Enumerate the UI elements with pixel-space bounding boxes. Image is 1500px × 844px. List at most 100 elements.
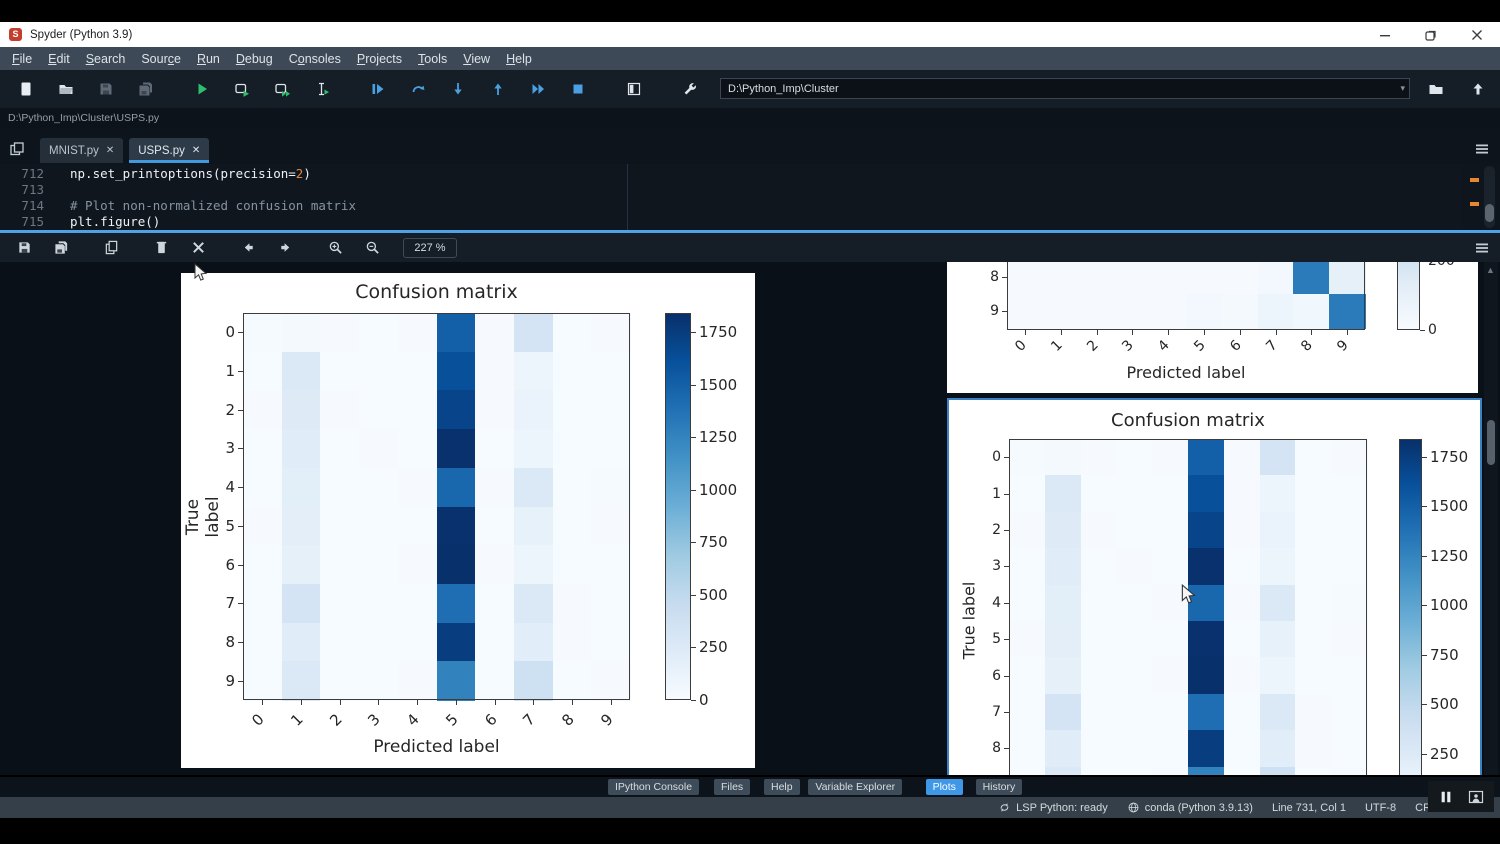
window-title: Spyder (Python 3.9): [30, 29, 132, 41]
previous-plot-button[interactable]: [235, 235, 261, 261]
maximize-pane-icon: [626, 81, 642, 97]
editor-scrollbar-zone[interactable]: [1462, 164, 1500, 230]
x-tick-label: 3: [1116, 334, 1140, 358]
status-text: Line 731, Col 1: [1272, 802, 1346, 814]
continue-button[interactable]: [524, 75, 552, 103]
menu-help[interactable]: Help: [498, 52, 540, 66]
open-file-button[interactable]: [52, 75, 80, 103]
run-cell-button[interactable]: [228, 75, 256, 103]
plot-thumbnail-selected[interactable]: Confusion matrix01234567890123456789Pred…: [947, 398, 1482, 775]
pane-tab-ipython-console[interactable]: IPython Console: [608, 779, 699, 795]
next-plot-button[interactable]: [272, 235, 298, 261]
save-all-button[interactable]: [132, 75, 160, 103]
x-tick-mark: [1347, 330, 1348, 335]
editor-tab-MNIST-py[interactable]: MNIST.py✕: [40, 138, 123, 163]
parent-directory-button[interactable]: [1470, 81, 1486, 102]
title-bar: S Spyder (Python 3.9): [0, 22, 1500, 47]
menu-projects[interactable]: Projects: [349, 52, 410, 66]
menu-view[interactable]: View: [455, 52, 498, 66]
copy-plot-button[interactable]: [98, 235, 124, 261]
x-tick-mark: [1132, 330, 1133, 335]
colorbar-tick-label: 1000: [699, 481, 743, 499]
y-tick-label: 8: [971, 268, 999, 286]
x-axis-label: Predicted label: [243, 737, 630, 757]
menu-source[interactable]: Source: [133, 52, 189, 66]
save-all-light-icon: [54, 240, 69, 255]
code-token: ): [303, 166, 311, 181]
plots-options-menu-button[interactable]: [1474, 240, 1490, 261]
new-file-button[interactable]: [12, 75, 40, 103]
colorbar-tick-mark: [691, 437, 696, 438]
colorbar-tick-mark: [691, 700, 696, 701]
pane-tab-history[interactable]: History: [976, 779, 1023, 795]
combo-dropdown-arrow[interactable]: ▾: [1400, 83, 1405, 94]
debug-file-button[interactable]: [364, 75, 392, 103]
code-text: np.set_printoptions(precision=2): [70, 166, 311, 182]
maximize-pane-button[interactable]: [620, 75, 648, 103]
remove-all-plots-button[interactable]: [185, 235, 211, 261]
tab-close-icon[interactable]: ✕: [106, 145, 114, 156]
menu-file[interactable]: File: [4, 52, 40, 66]
x-tick-mark: [495, 700, 496, 705]
zoom-out-button[interactable]: [359, 235, 385, 261]
pause-recording-button[interactable]: [1434, 785, 1458, 809]
browse-tabs-button[interactable]: [9, 141, 25, 162]
step-into-button[interactable]: [444, 75, 472, 103]
pane-tab-help[interactable]: Help: [764, 779, 800, 795]
code-token: np.set_printoptions(precision=: [70, 166, 296, 181]
x-tick-mark: [301, 700, 302, 705]
minimize-button[interactable]: [1362, 22, 1408, 47]
webcam-overlay-button[interactable]: [1464, 785, 1488, 809]
plots-scrollbar-up-arrow[interactable]: ▲: [1486, 265, 1495, 275]
menu-edit[interactable]: Edit: [40, 52, 78, 66]
editor-line: 712np.set_printoptions(precision=2): [0, 166, 1500, 182]
x-tick-mark: [1097, 330, 1098, 335]
x-tick-label: 5: [439, 707, 464, 732]
tab-close-icon[interactable]: ✕: [192, 145, 200, 156]
preferences-button[interactable]: [676, 75, 704, 103]
save-button[interactable]: [92, 75, 120, 103]
run-current-line-button[interactable]: [404, 75, 432, 103]
working-directory-combo[interactable]: D:\Python_Imp\Cluster▾: [720, 78, 1410, 99]
pane-tab-variable-explorer[interactable]: Variable Explorer: [808, 779, 902, 795]
stop-button[interactable]: [564, 75, 592, 103]
editor-tab-USPS-py[interactable]: USPS.py✕: [129, 138, 209, 163]
zoom-in-button[interactable]: [322, 235, 348, 261]
pane-tab-plots[interactable]: Plots: [926, 779, 963, 795]
close-button[interactable]: [1454, 22, 1500, 47]
menu-tools[interactable]: Tools: [410, 52, 455, 66]
y-tick-mark: [1004, 457, 1009, 458]
restore-button[interactable]: [1408, 22, 1454, 47]
remove-plot-button[interactable]: [148, 235, 174, 261]
save-all-plots-button[interactable]: [48, 235, 74, 261]
editor-options-menu-button[interactable]: [1474, 141, 1490, 162]
menu-run[interactable]: Run: [189, 52, 228, 66]
colorbar-tick-label: 1250: [699, 428, 743, 446]
menu-debug[interactable]: Debug: [228, 52, 281, 66]
menu-search[interactable]: Search: [78, 52, 134, 66]
editor-scrollbar-thumb[interactable]: [1485, 204, 1494, 222]
x-tick-label: 8: [555, 707, 580, 732]
step-return-button[interactable]: [484, 75, 512, 103]
browse-directory-button[interactable]: [1428, 81, 1444, 102]
menu-consoles[interactable]: Consoles: [281, 52, 349, 66]
y-tick-mark: [238, 487, 243, 488]
colorbar-tick-mark: [691, 647, 696, 648]
run-file-button[interactable]: [188, 75, 216, 103]
editor-pane-divider: [627, 164, 628, 230]
lsp-icon-icon: [998, 801, 1011, 814]
plots-scrollbar-thumb[interactable]: [1487, 420, 1495, 465]
run-cell-advance-button[interactable]: [268, 75, 296, 103]
y-tick-label: 3: [207, 439, 235, 457]
save-all-icon: [138, 81, 154, 97]
colorbar-tick-label: 1250: [1430, 547, 1474, 565]
pane-tab-files[interactable]: Files: [714, 779, 750, 795]
plot-thumbnail-previous[interactable]: 890123456789Predicted label0200: [947, 262, 1478, 393]
status-bar: LSP Python: readyconda (Python 3.9.13)Li…: [0, 797, 1500, 818]
x-tick-label: 0: [246, 707, 271, 732]
run-selection-button[interactable]: [308, 75, 336, 103]
plots-scrollbar-track[interactable]: [1484, 262, 1498, 775]
save-plot-button[interactable]: [11, 235, 37, 261]
code-editor[interactable]: 712np.set_printoptions(precision=2)71371…: [0, 164, 1500, 230]
x-tick-mark: [1204, 330, 1205, 335]
